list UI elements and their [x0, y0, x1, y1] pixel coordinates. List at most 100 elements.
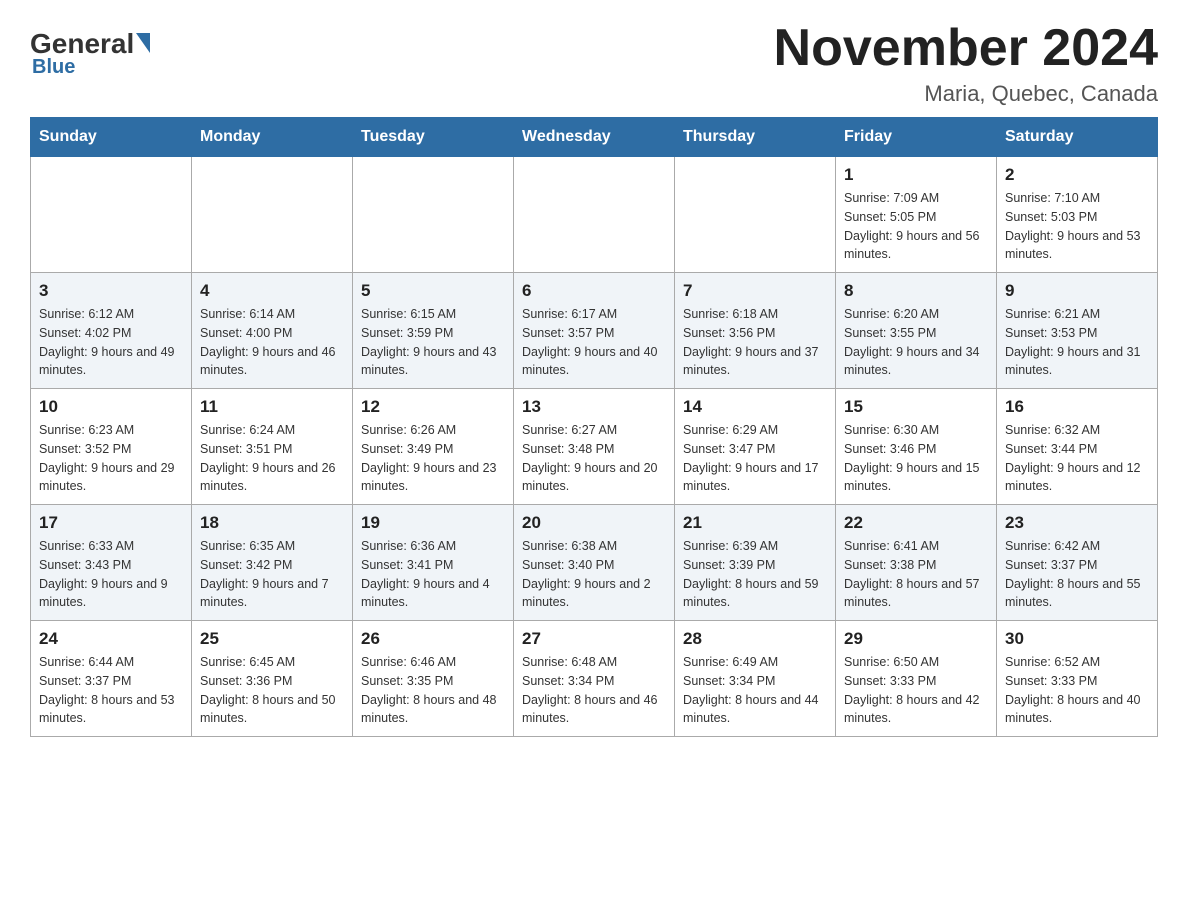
day-info: Sunrise: 6:23 AM Sunset: 3:52 PM Dayligh… [39, 421, 183, 496]
logo-triangle-icon [136, 33, 150, 53]
day-info: Sunrise: 6:36 AM Sunset: 3:41 PM Dayligh… [361, 537, 505, 612]
day-info: Sunrise: 6:38 AM Sunset: 3:40 PM Dayligh… [522, 537, 666, 612]
day-info: Sunrise: 6:14 AM Sunset: 4:00 PM Dayligh… [200, 305, 344, 380]
day-number: 13 [522, 397, 666, 417]
calendar-cell [31, 157, 192, 273]
day-info: Sunrise: 6:48 AM Sunset: 3:34 PM Dayligh… [522, 653, 666, 728]
day-number: 24 [39, 629, 183, 649]
day-info: Sunrise: 6:44 AM Sunset: 3:37 PM Dayligh… [39, 653, 183, 728]
day-of-week-header: Saturday [997, 118, 1158, 157]
day-info: Sunrise: 6:27 AM Sunset: 3:48 PM Dayligh… [522, 421, 666, 496]
logo: General Blue [30, 30, 150, 79]
day-info: Sunrise: 6:21 AM Sunset: 3:53 PM Dayligh… [1005, 305, 1149, 380]
day-number: 21 [683, 513, 827, 533]
calendar-cell [514, 157, 675, 273]
logo-general-text: General [30, 30, 134, 58]
day-number: 29 [844, 629, 988, 649]
calendar-cell: 29 Sunrise: 6:50 AM Sunset: 3:33 PM Dayli… [836, 621, 997, 737]
day-number: 12 [361, 397, 505, 417]
calendar-cell: 16Sunrise: 6:32 AM Sunset: 3:44 PM Dayli… [997, 389, 1158, 505]
day-number: 3 [39, 281, 183, 301]
day-info: Sunrise: 6:15 AM Sunset: 3:59 PM Dayligh… [361, 305, 505, 380]
day-info: Sunrise: 6:52 AM Sunset: 3:33 PM Dayligh… [1005, 653, 1149, 728]
day-info: Sunrise: 6:42 AM Sunset: 3:37 PM Dayligh… [1005, 537, 1149, 612]
week-row: 17Sunrise: 6:33 AM Sunset: 3:43 PM Dayli… [31, 505, 1158, 621]
day-number: 19 [361, 513, 505, 533]
day-number: 18 [200, 513, 344, 533]
calendar-cell: 7 Sunrise: 6:18 AM Sunset: 3:56 PM Daylig… [675, 273, 836, 389]
day-number: 25 [200, 629, 344, 649]
calendar-header-row: SundayMondayTuesdayWednesdayThursdayFrid… [31, 118, 1158, 157]
day-number: 4 [200, 281, 344, 301]
calendar-cell: 30 Sunrise: 6:52 AM Sunset: 3:33 PM Dayli… [997, 621, 1158, 737]
calendar-cell: 11Sunrise: 6:24 AM Sunset: 3:51 PM Dayli… [192, 389, 353, 505]
day-number: 9 [1005, 281, 1149, 301]
day-number: 7 [683, 281, 827, 301]
calendar-cell: 27 Sunrise: 6:48 AM Sunset: 3:34 PM Dayli… [514, 621, 675, 737]
day-info: Sunrise: 7:10 AM Sunset: 5:03 PM Dayligh… [1005, 189, 1149, 264]
day-info: Sunrise: 7:09 AM Sunset: 5:05 PM Dayligh… [844, 189, 988, 264]
calendar-cell: 15Sunrise: 6:30 AM Sunset: 3:46 PM Dayli… [836, 389, 997, 505]
page-header: General Blue November 2024 Maria, Quebec… [30, 20, 1158, 107]
logo-blue-text: Blue [32, 56, 75, 79]
calendar-cell: 17Sunrise: 6:33 AM Sunset: 3:43 PM Dayli… [31, 505, 192, 621]
week-row: 10 Sunrise: 6:23 AM Sunset: 3:52 PM Dayli… [31, 389, 1158, 505]
day-info: Sunrise: 6:35 AM Sunset: 3:42 PM Dayligh… [200, 537, 344, 612]
calendar-cell: 26 Sunrise: 6:46 AM Sunset: 3:35 PM Dayli… [353, 621, 514, 737]
day-of-week-header: Wednesday [514, 118, 675, 157]
day-number: 23 [1005, 513, 1149, 533]
calendar-cell: 13 Sunrise: 6:27 AM Sunset: 3:48 PM Dayli… [514, 389, 675, 505]
calendar-table: SundayMondayTuesdayWednesdayThursdayFrid… [30, 117, 1158, 737]
day-number: 1 [844, 165, 988, 185]
day-info: Sunrise: 6:26 AM Sunset: 3:49 PM Dayligh… [361, 421, 505, 496]
day-number: 27 [522, 629, 666, 649]
calendar-cell: 22 Sunrise: 6:41 AM Sunset: 3:38 PM Dayli… [836, 505, 997, 621]
day-of-week-header: Monday [192, 118, 353, 157]
day-number: 16 [1005, 397, 1149, 417]
day-number: 10 [39, 397, 183, 417]
day-info: Sunrise: 6:41 AM Sunset: 3:38 PM Dayligh… [844, 537, 988, 612]
week-row: 1 Sunrise: 7:09 AM Sunset: 5:05 PM Daylig… [31, 157, 1158, 273]
day-number: 22 [844, 513, 988, 533]
day-number: 14 [683, 397, 827, 417]
calendar-cell: 25 Sunrise: 6:45 AM Sunset: 3:36 PM Dayli… [192, 621, 353, 737]
day-info: Sunrise: 6:24 AM Sunset: 3:51 PM Dayligh… [200, 421, 344, 496]
day-info: Sunrise: 6:18 AM Sunset: 3:56 PM Dayligh… [683, 305, 827, 380]
calendar-cell [353, 157, 514, 273]
calendar-cell: 28Sunrise: 6:49 AM Sunset: 3:34 PM Dayli… [675, 621, 836, 737]
calendar-cell: 12 Sunrise: 6:26 AM Sunset: 3:49 PM Dayli… [353, 389, 514, 505]
day-number: 20 [522, 513, 666, 533]
calendar-title: November 2024 [774, 20, 1158, 77]
calendar-cell: 2Sunrise: 7:10 AM Sunset: 5:03 PM Daylig… [997, 157, 1158, 273]
calendar-cell: 18 Sunrise: 6:35 AM Sunset: 3:42 PM Dayli… [192, 505, 353, 621]
day-number: 30 [1005, 629, 1149, 649]
day-of-week-header: Sunday [31, 118, 192, 157]
title-area: November 2024 Maria, Quebec, Canada [774, 20, 1158, 107]
calendar-cell: 9 Sunrise: 6:21 AM Sunset: 3:53 PM Daylig… [997, 273, 1158, 389]
calendar-cell: 5Sunrise: 6:15 AM Sunset: 3:59 PM Daylig… [353, 273, 514, 389]
day-info: Sunrise: 6:45 AM Sunset: 3:36 PM Dayligh… [200, 653, 344, 728]
day-info: Sunrise: 6:39 AM Sunset: 3:39 PM Dayligh… [683, 537, 827, 612]
day-of-week-header: Tuesday [353, 118, 514, 157]
day-of-week-header: Thursday [675, 118, 836, 157]
day-info: Sunrise: 6:17 AM Sunset: 3:57 PM Dayligh… [522, 305, 666, 380]
day-info: Sunrise: 6:46 AM Sunset: 3:35 PM Dayligh… [361, 653, 505, 728]
day-info: Sunrise: 6:20 AM Sunset: 3:55 PM Dayligh… [844, 305, 988, 380]
calendar-cell: 3 Sunrise: 6:12 AM Sunset: 4:02 PM Daylig… [31, 273, 192, 389]
calendar-cell: 21 Sunrise: 6:39 AM Sunset: 3:39 PM Dayli… [675, 505, 836, 621]
week-row: 3 Sunrise: 6:12 AM Sunset: 4:02 PM Daylig… [31, 273, 1158, 389]
day-number: 6 [522, 281, 666, 301]
calendar-cell [192, 157, 353, 273]
calendar-cell [675, 157, 836, 273]
day-info: Sunrise: 6:49 AM Sunset: 3:34 PM Dayligh… [683, 653, 827, 728]
calendar-cell: 19 Sunrise: 6:36 AM Sunset: 3:41 PM Dayli… [353, 505, 514, 621]
calendar-cell: 23 Sunrise: 6:42 AM Sunset: 3:37 PM Dayli… [997, 505, 1158, 621]
calendar-subtitle: Maria, Quebec, Canada [774, 81, 1158, 107]
day-info: Sunrise: 6:12 AM Sunset: 4:02 PM Dayligh… [39, 305, 183, 380]
calendar-cell: 14Sunrise: 6:29 AM Sunset: 3:47 PM Dayli… [675, 389, 836, 505]
day-number: 26 [361, 629, 505, 649]
calendar-cell: 6 Sunrise: 6:17 AM Sunset: 3:57 PM Daylig… [514, 273, 675, 389]
calendar-cell: 8Sunrise: 6:20 AM Sunset: 3:55 PM Daylig… [836, 273, 997, 389]
day-info: Sunrise: 6:50 AM Sunset: 3:33 PM Dayligh… [844, 653, 988, 728]
day-number: 15 [844, 397, 988, 417]
